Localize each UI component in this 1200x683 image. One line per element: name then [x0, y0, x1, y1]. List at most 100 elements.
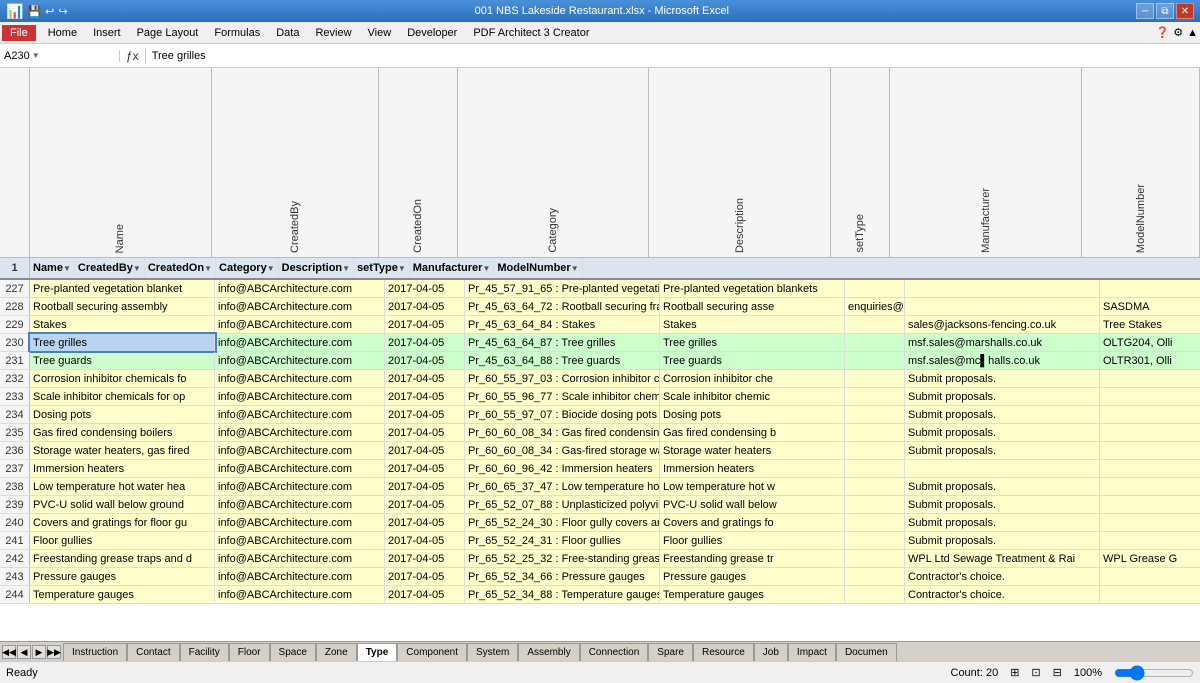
- sheet-tab-component[interactable]: Component: [397, 643, 467, 661]
- table-cell[interactable]: Rootball securing asse: [660, 298, 845, 315]
- table-cell[interactable]: Stakes: [660, 316, 845, 333]
- table-cell[interactable]: info@ABCArchitecture.com: [215, 478, 385, 495]
- table-cell[interactable]: Tree grilles: [30, 334, 215, 351]
- table-cell[interactable]: 2017-04-05: [385, 568, 465, 585]
- view-menu[interactable]: View: [360, 25, 400, 41]
- table-cell[interactable]: 2017-04-05: [385, 352, 465, 369]
- table-cell[interactable]: Pr_45_63_64_84 : Stakes: [465, 316, 660, 333]
- table-cell[interactable]: info@ABCArchitecture.com: [215, 370, 385, 387]
- table-cell[interactable]: Submit proposals.: [905, 496, 1100, 513]
- filter-cell-E[interactable]: Description ▼: [279, 258, 354, 278]
- sheet-tab-facility[interactable]: Facility: [180, 643, 229, 661]
- table-cell[interactable]: [1100, 496, 1200, 513]
- sheet-tab-contact[interactable]: Contact: [127, 643, 179, 661]
- table-row[interactable]: 231Tree guardsinfo@ABCArchitecture.com20…: [0, 352, 1200, 370]
- help-icon[interactable]: ❓: [1156, 26, 1170, 39]
- table-row[interactable]: 238Low temperature hot water heainfo@ABC…: [0, 478, 1200, 496]
- table-cell[interactable]: Pr_60_65_37_47 : Low temperature hot wa: [465, 478, 660, 495]
- page-layout-menu[interactable]: Page Layout: [129, 25, 207, 41]
- table-cell[interactable]: [845, 460, 905, 477]
- col-C-filter-icon[interactable]: ▼: [204, 264, 212, 273]
- table-cell[interactable]: [905, 298, 1100, 315]
- settings-icon[interactable]: ⚙: [1173, 26, 1183, 39]
- col-F-filter-icon[interactable]: ▼: [398, 264, 406, 273]
- table-cell[interactable]: Rootball securing assembly: [30, 298, 215, 315]
- table-cell[interactable]: [845, 550, 905, 567]
- table-cell[interactable]: [845, 514, 905, 531]
- table-row[interactable]: 230Tree grillesinfo@ABCArchitecture.com2…: [0, 334, 1200, 352]
- table-cell[interactable]: WPL Grease G: [1100, 550, 1200, 567]
- sheet-tab-resource[interactable]: Resource: [693, 643, 754, 661]
- table-cell[interactable]: [905, 280, 1100, 297]
- column-header-F[interactable]: setType: [831, 68, 890, 257]
- table-cell[interactable]: Immersion heaters: [660, 460, 845, 477]
- filter-cell-A[interactable]: Name ▼: [30, 258, 75, 278]
- col-H-filter-icon[interactable]: ▼: [571, 264, 579, 273]
- developer-menu[interactable]: Developer: [399, 25, 465, 41]
- table-cell[interactable]: info@ABCArchitecture.com: [215, 406, 385, 423]
- table-cell[interactable]: [845, 478, 905, 495]
- table-cell[interactable]: [1100, 532, 1200, 549]
- table-cell[interactable]: OLTR301, Olli: [1100, 352, 1200, 369]
- pdf-menu[interactable]: PDF Architect 3 Creator: [465, 25, 597, 41]
- table-cell[interactable]: Submit proposals.: [905, 424, 1100, 441]
- table-cell[interactable]: 2017-04-05: [385, 406, 465, 423]
- table-cell[interactable]: Freestanding grease tr: [660, 550, 845, 567]
- table-cell[interactable]: info@ABCArchitecture.com: [215, 334, 385, 351]
- table-cell[interactable]: Pressure gauges: [660, 568, 845, 585]
- ribbon-minimize-icon[interactable]: ▲: [1187, 27, 1198, 39]
- table-cell[interactable]: [1100, 586, 1200, 603]
- table-cell[interactable]: Pr_60_55_97_03 : Corrosion inhibitor che…: [465, 370, 660, 387]
- sheet-prev-btn[interactable]: ◀: [17, 645, 31, 659]
- table-cell[interactable]: [845, 316, 905, 333]
- quick-access-redo[interactable]: ↪: [58, 5, 67, 18]
- table-cell[interactable]: [1100, 442, 1200, 459]
- filter-cell-G[interactable]: Manufacturer ▼: [410, 258, 495, 278]
- table-cell[interactable]: Pr_65_52_34_66 : Pressure gauges: [465, 568, 660, 585]
- table-cell[interactable]: Pr_45_63_64_87 : Tree grilles: [465, 334, 660, 351]
- table-cell[interactable]: info@ABCArchitecture.com: [215, 298, 385, 315]
- table-row[interactable]: 243Pressure gaugesinfo@ABCArchitecture.c…: [0, 568, 1200, 586]
- close-button[interactable]: ✕: [1176, 3, 1194, 19]
- quick-access-undo[interactable]: ↩: [45, 5, 54, 18]
- table-cell[interactable]: info@ABCArchitecture.com: [215, 586, 385, 603]
- column-header-E[interactable]: Description: [649, 68, 831, 257]
- table-cell[interactable]: Temperature gauges: [660, 586, 845, 603]
- table-cell[interactable]: [845, 568, 905, 585]
- table-cell[interactable]: [845, 586, 905, 603]
- table-cell[interactable]: [1100, 424, 1200, 441]
- table-cell[interactable]: 2017-04-05: [385, 496, 465, 513]
- sheet-last-btn[interactable]: ▶▶: [47, 645, 61, 659]
- table-cell[interactable]: Pressure gauges: [30, 568, 215, 585]
- table-cell[interactable]: Storage water heaters, gas fired: [30, 442, 215, 459]
- filter-cell-B[interactable]: CreatedBy ▼: [75, 258, 145, 278]
- sheet-tab-impact[interactable]: Impact: [788, 643, 836, 661]
- filter-cell-D[interactable]: Category ▼: [216, 258, 279, 278]
- layout-normal-icon[interactable]: ⊞: [1010, 666, 1019, 679]
- table-cell[interactable]: Tree grilles: [660, 334, 845, 351]
- table-cell[interactable]: Storage water heaters: [660, 442, 845, 459]
- table-cell[interactable]: Tree Stakes: [1100, 316, 1200, 333]
- table-row[interactable]: 242Freestanding grease traps and dinfo@A…: [0, 550, 1200, 568]
- table-row[interactable]: 229Stakesinfo@ABCArchitecture.com2017-04…: [0, 316, 1200, 334]
- table-cell[interactable]: Low temperature hot w: [660, 478, 845, 495]
- table-cell[interactable]: info@ABCArchitecture.com: [215, 550, 385, 567]
- column-header-D[interactable]: Category: [458, 68, 650, 257]
- table-cell[interactable]: info@ABCArchitecture.com: [215, 388, 385, 405]
- table-cell[interactable]: 2017-04-05: [385, 550, 465, 567]
- table-cell[interactable]: Contractor's choice.: [905, 568, 1100, 585]
- table-cell[interactable]: [845, 424, 905, 441]
- column-header-H[interactable]: ModelNumber: [1082, 68, 1200, 257]
- table-cell[interactable]: Pr_65_52_34_88 : Temperature gauges: [465, 586, 660, 603]
- table-cell[interactable]: Floor gullies: [30, 532, 215, 549]
- formula-input[interactable]: Tree grilles: [146, 50, 1200, 62]
- table-cell[interactable]: [845, 352, 905, 369]
- table-cell[interactable]: [1100, 280, 1200, 297]
- table-cell[interactable]: info@ABCArchitecture.com: [215, 532, 385, 549]
- table-cell[interactable]: [1100, 406, 1200, 423]
- sheet-tab-documen[interactable]: Documen: [836, 643, 897, 661]
- table-cell[interactable]: [845, 532, 905, 549]
- table-cell[interactable]: 2017-04-05: [385, 334, 465, 351]
- sheet-tab-instruction[interactable]: Instruction: [63, 643, 127, 661]
- table-cell[interactable]: sales@jacksons-fencing.co.uk: [905, 316, 1100, 333]
